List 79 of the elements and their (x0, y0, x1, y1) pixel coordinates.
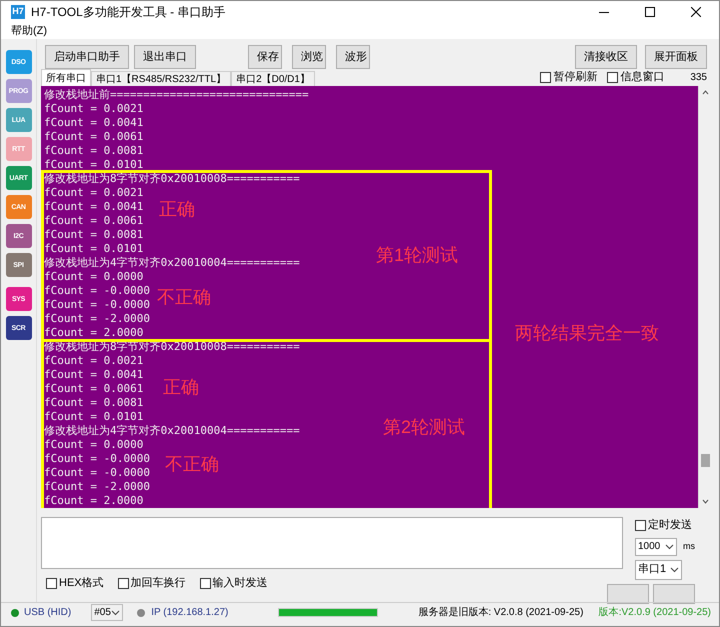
checkbox[interactable] (200, 578, 211, 589)
toolbar-button[interactable]: 浏览 (292, 45, 326, 69)
toolbar-button[interactable]: 展开面板 (645, 45, 707, 69)
log-line: fCount = 0.0021 (44, 354, 144, 368)
checkbox[interactable] (607, 72, 618, 83)
close-icon (691, 7, 701, 17)
log-line: 修改栈地址为4字节对齐0x20010004=========== (44, 424, 300, 438)
log-line: 修改栈地址为4字节对齐0x20010004=========== (44, 256, 300, 270)
toolbar-button[interactable]: 波形 (336, 45, 370, 69)
log-line: fCount = 0.0081 (44, 228, 144, 242)
maximize-icon (645, 7, 655, 17)
ip-status: IP (192.168.1.27) (151, 606, 228, 620)
annotation: 正确 (159, 198, 195, 221)
log-line: fCount = 0.0021 (44, 186, 144, 200)
log-line: fCount = 0.0101 (44, 242, 144, 256)
usb-status: USB (HID) (24, 606, 72, 620)
checkbox-label: 暂停刷新 (553, 70, 598, 86)
checkbox-label: HEX格式 (59, 576, 104, 591)
checkbox-label: 输入时发送 (212, 576, 268, 591)
log-line: fCount = 0.0101 (44, 158, 144, 172)
log-line: fCount = 0.0041 (44, 368, 144, 382)
checkbox-label: 加回车换行 (130, 576, 186, 591)
toolbar-button[interactable]: 启动串口助手 (45, 45, 129, 69)
port-select[interactable]: 串口1 (635, 560, 682, 580)
annotation: 不正确 (165, 453, 219, 476)
checkbox[interactable] (46, 578, 57, 589)
annotation: 两轮结果完全一致 (515, 322, 659, 345)
checkbox[interactable] (118, 578, 129, 589)
scroll-thumb[interactable] (700, 454, 710, 467)
log-line: 修改栈地址前============================== (44, 88, 309, 102)
line-counter: 335 (690, 71, 707, 85)
log-line: fCount = -0.0000 (44, 284, 150, 298)
log-line: fCount = -0.0000 (44, 466, 150, 480)
checkbox[interactable] (635, 520, 646, 531)
chevron-down-icon (665, 544, 674, 550)
log-line: fCount = -0.0000 (44, 298, 150, 312)
scroll-down-icon (702, 499, 708, 504)
log-line: fCount = -2.0000 (44, 312, 150, 326)
send-input[interactable] (41, 517, 623, 569)
annotation: 第1轮测试 (376, 244, 458, 267)
tab[interactable]: 所有串口 (41, 69, 91, 86)
log-line: 修改栈地址为8字节对齐0x20010008=========== (44, 172, 300, 186)
toolbar-button[interactable]: 退出串口 (134, 45, 196, 69)
tab[interactable]: 串口2【D0/D1】 (231, 71, 315, 86)
checkbox[interactable] (540, 72, 552, 83)
chevron-down-icon (111, 610, 120, 616)
log-line: fCount = 0.0081 (44, 396, 144, 410)
checkbox-label: 定时发送 (648, 518, 692, 533)
log-line: fCount = -2.0000 (44, 480, 150, 494)
log-line: fCount = 0.0041 (44, 116, 144, 130)
chevron-down-icon (670, 566, 679, 572)
annotation: 正确 (163, 376, 199, 399)
annotation: 第2轮测试 (383, 416, 466, 439)
log-line: fCount = 0.0101 (44, 410, 144, 424)
menu-item[interactable]: 帮助(Z) (11, 22, 48, 40)
server-version: 服务器是旧版本: V2.0.8 (2021-09-25) (418, 606, 584, 620)
log-line: fCount = 0.0021 (44, 102, 144, 116)
log-line: fCount = 2.0000 (44, 326, 144, 340)
window-title: H7-TOOL多功能开发工具 - 串口助手 (31, 4, 226, 21)
log-line: fCount = 0.0061 (44, 214, 144, 228)
log-line: fCount = 0.0061 (44, 130, 144, 144)
toolbar-button[interactable]: 清接收区 (575, 45, 637, 69)
log-line: fCount = 0.0081 (44, 144, 144, 158)
log-line: fCount = 0.0041 (44, 200, 144, 214)
device-select[interactable]: #05 (91, 604, 124, 621)
annotation: 不正确 (157, 286, 211, 309)
interval-select[interactable]: 1000 (635, 538, 677, 556)
toolbar-button[interactable]: 保存 (248, 45, 282, 69)
log-line: fCount = 0.0000 (44, 270, 144, 284)
log-line: fCount = 0.0000 (44, 438, 144, 452)
tab[interactable]: 串口1【RS485/RS232/TTL】 (91, 71, 232, 86)
scroll-up-icon (702, 90, 708, 95)
log-line: fCount = 0.0061 (44, 382, 144, 396)
unit-label: ms (683, 540, 695, 553)
log-line: fCount = -0.0000 (44, 452, 150, 466)
client-version: 版本:V2.0.9 (2021-09-25) (598, 606, 711, 620)
checkbox-label: 信息窗口 (620, 70, 664, 86)
log-line: fCount = 2.0000 (44, 494, 144, 508)
app-logo: H7 (11, 5, 25, 19)
